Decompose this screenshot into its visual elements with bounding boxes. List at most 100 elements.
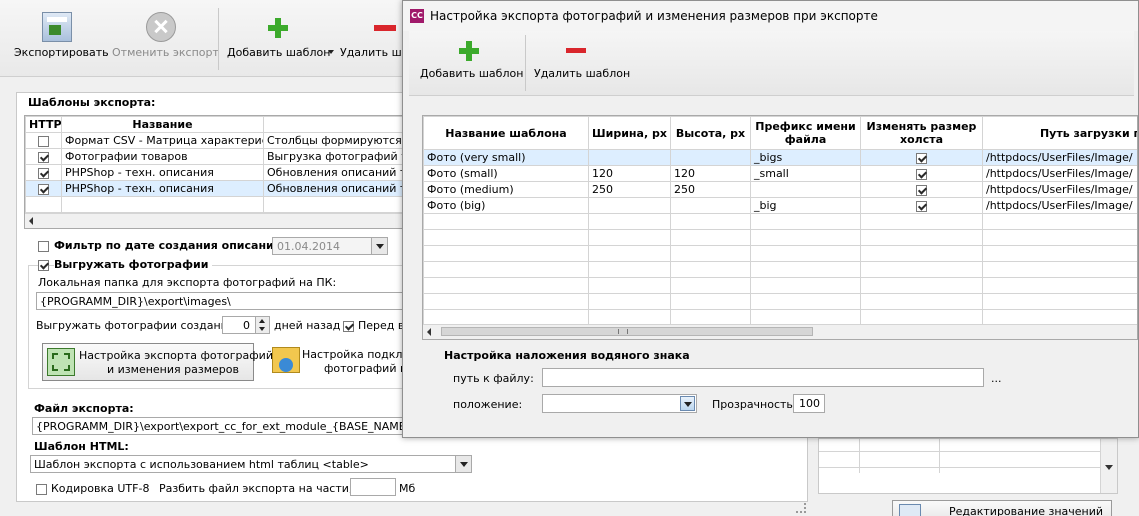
chevron-down-icon[interactable] <box>455 456 471 472</box>
resize-checkbox[interactable] <box>916 200 927 212</box>
before-checkbox[interactable] <box>343 319 354 332</box>
width-cell[interactable]: 120 <box>588 165 671 182</box>
width-cell[interactable] <box>588 197 671 214</box>
scroll-left-icon[interactable] <box>29 217 33 225</box>
local-folder-input[interactable]: {PROGRAMM_DIR}\export\images\ <box>36 292 408 310</box>
height-cell[interactable] <box>670 149 751 166</box>
cancel-export-button[interactable]: Отменить экспорт <box>108 10 219 64</box>
dialog-add-template-button[interactable]: Добавить шаблон <box>417 37 523 87</box>
add-template-button[interactable]: Добавить шаблон <box>224 10 336 64</box>
utf8-checkbox[interactable] <box>36 482 47 495</box>
delete-template-button[interactable]: Удалить ша <box>340 10 408 64</box>
dialog-grid-scrollbar[interactable] <box>423 324 1137 339</box>
date-filter-checkbox[interactable] <box>38 239 49 252</box>
resize-grip-icon[interactable] <box>796 503 806 513</box>
chevron-up-icon[interactable] <box>259 319 265 323</box>
resize-cell[interactable] <box>860 149 983 166</box>
prefix-cell[interactable]: _bigs <box>750 149 861 166</box>
photos-created-label: Выгружать фотографии созданные <box>36 319 244 332</box>
split-size-input[interactable] <box>350 478 396 496</box>
split-label: Разбить файл экспорта на части, по: <box>159 482 374 495</box>
table-row[interactable]: Фото (small) 120 120 _small/httpdocs/UserFi… <box>423 165 1137 182</box>
table-row[interactable]: PHPShop - техн. описания Обновления описа… <box>25 180 403 197</box>
html-template-select[interactable]: Шаблон экспорта с использованием html та… <box>30 455 472 473</box>
stepper-arrows[interactable] <box>255 317 269 333</box>
column-header-name[interactable]: Название <box>61 116 264 133</box>
template-name-cell[interactable]: Фото (very small) <box>423 149 589 166</box>
opacity-input[interactable]: 100 <box>793 394 825 413</box>
http-checkbox-cell[interactable] <box>25 164 62 181</box>
prefix-cell[interactable] <box>750 181 861 198</box>
resize-checkbox[interactable] <box>916 168 927 180</box>
date-filter-value: 01.04.2014 <box>277 240 340 253</box>
template-name-cell[interactable]: Фото (medium) <box>423 181 589 198</box>
http-checkbox-cell[interactable] <box>25 132 62 149</box>
connect-settings-button[interactable]: Настройка подклю фотографий на <box>268 343 414 381</box>
column-header-template-name[interactable]: Название шаблона <box>423 116 589 150</box>
table-row[interactable]: Фотографии товаровВыгрузка фотографий то… <box>25 148 403 165</box>
chevron-down-icon[interactable] <box>1105 465 1113 470</box>
scroll-left-icon[interactable] <box>427 328 431 336</box>
column-header-resize-canvas[interactable]: Изменять размер холста <box>860 116 983 150</box>
height-cell[interactable]: 120 <box>670 165 751 182</box>
column-header-height[interactable]: Высота, px <box>670 116 751 150</box>
column-header-upload-path[interactable]: Путь загрузки по F <box>982 116 1137 150</box>
height-cell[interactable] <box>670 197 751 214</box>
dialog-delete-template-button[interactable]: Удалить шаблон <box>531 37 630 87</box>
resize-cell[interactable] <box>860 181 983 198</box>
width-cell[interactable]: 250 <box>588 181 671 198</box>
dialog-grid: Название шаблона Ширина, px Высота, px П… <box>422 115 1138 340</box>
template-name-cell[interactable]: Фото (small) <box>423 165 589 182</box>
path-cell[interactable]: /httpdocs/UserFiles/Image/ <box>982 181 1137 198</box>
table-row[interactable]: Фото (medium) 250 250/httpdocs/UserFiles/I… <box>423 181 1137 198</box>
export-file-input[interactable]: {PROGRAMM_DIR}\export\export_cc_for_ext_… <box>32 417 408 435</box>
column-header-description[interactable] <box>263 116 403 133</box>
path-cell[interactable]: /httpdocs/UserFiles/Image/ <box>982 165 1137 182</box>
prefix-cell[interactable]: _big <box>750 197 861 214</box>
http-checkbox[interactable] <box>38 151 49 163</box>
folder-globe-icon <box>272 347 300 373</box>
http-checkbox[interactable] <box>38 183 49 195</box>
http-checkbox-cell[interactable] <box>25 148 62 165</box>
date-filter-label: Фильтр по дате создания описаний <box>54 239 282 252</box>
resize-checkbox[interactable] <box>916 152 927 164</box>
column-header-http[interactable]: HTTP <box>25 116 62 133</box>
templates-scrollbar[interactable] <box>25 213 403 228</box>
resize-cell[interactable] <box>860 165 983 182</box>
table-row[interactable]: Фото (very small) _bigs/httpdocs/UserFile… <box>423 149 1137 166</box>
table-row[interactable]: Формат CSV - Матрица характеристикСтолбц… <box>25 132 403 149</box>
chevron-down-icon <box>328 50 334 54</box>
chevron-down-icon[interactable] <box>259 327 265 331</box>
days-stepper[interactable]: 0 <box>222 316 270 334</box>
template-name-cell[interactable]: Фото (big) <box>423 197 589 214</box>
resize-image-icon <box>47 348 75 376</box>
column-header-prefix[interactable]: Префикс имени файла <box>750 116 861 150</box>
path-cell[interactable]: /httpdocs/UserFiles/Image/ <box>982 149 1137 166</box>
export-photos-checkbox[interactable] <box>38 258 49 271</box>
http-checkbox[interactable] <box>38 135 49 147</box>
path-cell[interactable]: /httpdocs/UserFiles/Image/ <box>982 197 1137 214</box>
scroll-thumb[interactable] <box>441 327 813 336</box>
resize-checkbox[interactable] <box>916 184 927 196</box>
position-select[interactable] <box>542 394 697 413</box>
edit-values-button[interactable]: Редактирование значений <box>892 500 1112 516</box>
table-row[interactable]: PHPShop - техн. описания Обновления описа… <box>25 164 403 181</box>
utf8-label: Кодировка UTF-8 <box>51 482 150 495</box>
resize-cell[interactable] <box>860 197 983 214</box>
file-path-input[interactable] <box>542 368 984 387</box>
photo-settings-button[interactable]: Настройка экспорта фотографий и изменени… <box>42 343 273 381</box>
column-header-width[interactable]: Ширина, px <box>588 116 671 150</box>
chevron-down-icon[interactable] <box>371 238 387 254</box>
date-filter-input[interactable]: 01.04.2014 <box>272 237 388 255</box>
http-checkbox[interactable] <box>38 167 49 179</box>
height-cell[interactable]: 250 <box>670 181 751 198</box>
chevron-down-icon[interactable] <box>680 396 695 411</box>
dialog-title-bar[interactable]: CC Настройка экспорта фотографий и измен… <box>403 1 1138 31</box>
width-cell[interactable] <box>588 149 671 166</box>
export-button[interactable]: Экспортировать <box>10 10 109 64</box>
prefix-cell[interactable]: _small <box>750 165 861 182</box>
http-checkbox-cell[interactable] <box>25 180 62 197</box>
right-scrollbar[interactable] <box>1100 439 1117 493</box>
browse-button[interactable]: ... <box>991 372 1002 385</box>
table-row[interactable]: Фото (big) _big/httpdocs/UserFiles/Image/ <box>423 197 1137 214</box>
